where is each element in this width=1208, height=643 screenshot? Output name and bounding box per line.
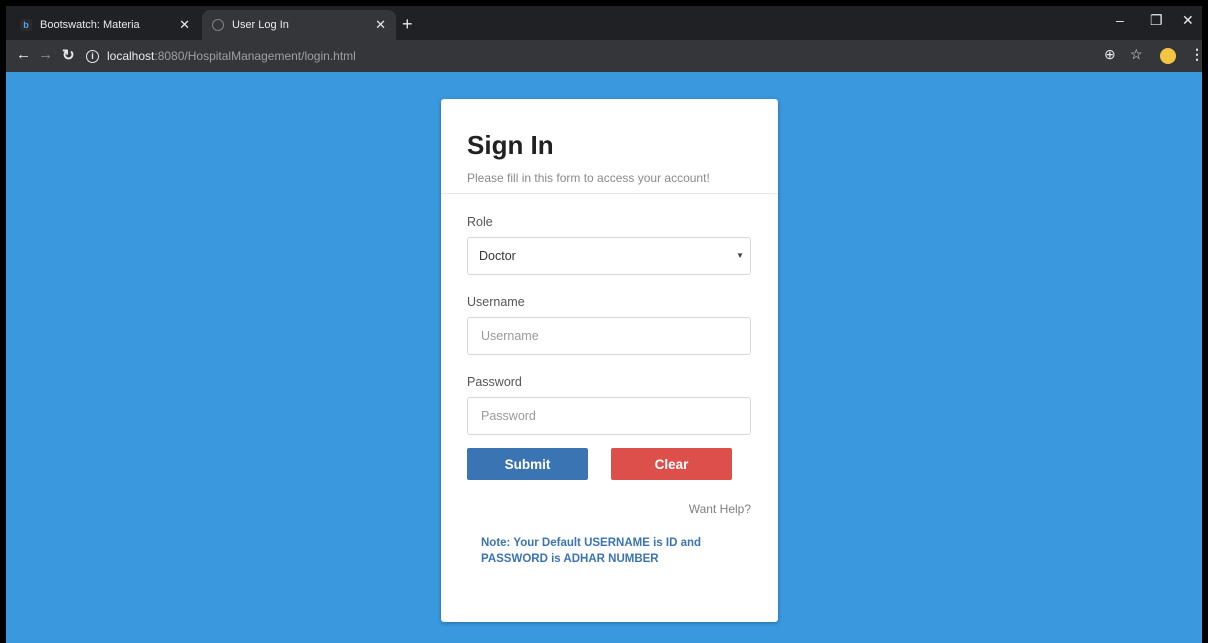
page-title: Sign In <box>467 130 554 160</box>
close-icon[interactable]: ✕ <box>375 17 386 33</box>
username-label: Username <box>467 295 525 309</box>
button-row: Submit Clear <box>467 448 732 480</box>
reload-icon[interactable]: ↻ <box>62 46 75 64</box>
tab-user-login[interactable]: User Log In ✕ <box>202 10 396 40</box>
close-icon[interactable]: ✕ <box>179 17 190 33</box>
username-field-wrapper <box>467 317 751 355</box>
bootswatch-icon: b <box>20 19 32 31</box>
back-icon[interactable]: ← <box>16 46 31 63</box>
page-viewport: Sign In Please fill in this form to acce… <box>6 72 1202 643</box>
default-credentials-note: Note: Your Default USERNAME is ID and PA… <box>481 537 702 565</box>
forward-icon[interactable]: → <box>38 46 53 63</box>
tab-bootswatch[interactable]: b Bootswatch: Materia ✕ <box>10 10 200 40</box>
browser-toolbar: ← → ↻ i localhost :8080/HospitalManageme… <box>6 40 1202 72</box>
address-bar[interactable]: i localhost :8080/HospitalManagement/log… <box>86 45 1086 67</box>
role-selected-value: Doctor <box>479 249 516 263</box>
url-host: localhost <box>107 49 155 63</box>
role-select[interactable]: Doctor ▼ <box>467 237 751 275</box>
caret-down-icon: ▼ <box>736 251 744 260</box>
card-header: Sign In Please fill in this form to acce… <box>441 99 778 194</box>
tab-title: User Log In <box>232 19 289 31</box>
url-path: :8080/HospitalManagement/login.html <box>154 49 356 63</box>
password-label: Password <box>467 375 522 389</box>
login-card: Sign In Please fill in this form to acce… <box>441 99 778 622</box>
password-field-wrapper <box>467 397 751 435</box>
clear-button[interactable]: Clear <box>611 448 732 480</box>
help-link[interactable]: Want Help? <box>467 502 751 516</box>
info-icon[interactable]: i <box>86 49 99 63</box>
new-tab-icon[interactable]: + <box>402 14 413 34</box>
page-subtitle: Please fill in this form to access your … <box>467 171 710 185</box>
tab-title: Bootswatch: Materia <box>40 19 140 31</box>
submit-button[interactable]: Submit <box>467 448 588 480</box>
tab-bar: b Bootswatch: Materia ✕ User Log In ✕ + … <box>6 6 1202 40</box>
profile-avatar[interactable] <box>1160 48 1176 64</box>
role-label: Role <box>467 215 493 229</box>
window-close-icon[interactable]: ✕ <box>1182 12 1194 29</box>
browser-window: b Bootswatch: Materia ✕ User Log In ✕ + … <box>6 6 1202 643</box>
password-input[interactable] <box>479 408 739 424</box>
username-input[interactable] <box>479 328 739 344</box>
star-icon[interactable]: ☆ <box>1130 46 1143 63</box>
zoom-icon[interactable]: ⊕ <box>1104 46 1116 63</box>
minimize-icon[interactable]: – <box>1116 12 1124 28</box>
globe-icon <box>212 19 224 31</box>
menu-icon[interactable]: ⋮ <box>1190 46 1202 63</box>
login-form: Role Doctor ▼ Username Password Submit C… <box>441 215 778 567</box>
maximize-icon[interactable]: ❐ <box>1150 12 1163 29</box>
